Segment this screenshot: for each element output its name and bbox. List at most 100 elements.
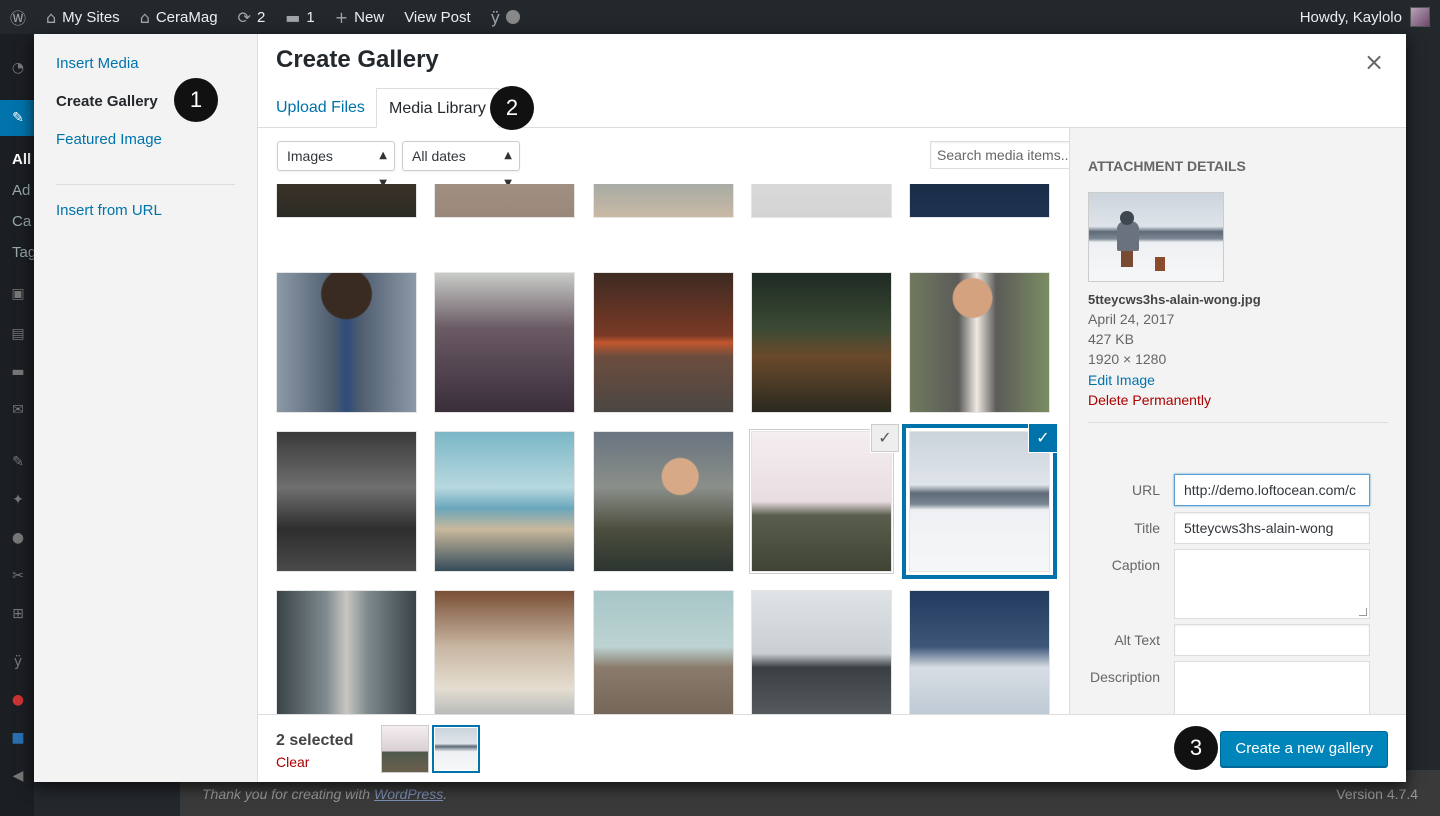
admin-menu-fragment-add: Ad xyxy=(12,182,31,199)
site-name-label: CeraMag xyxy=(155,8,218,26)
plus-icon: + xyxy=(334,7,349,27)
attachment-thumbnail[interactable] xyxy=(751,184,892,218)
updates-menu[interactable]: ⟳ 2 xyxy=(228,0,276,34)
my-sites-menu[interactable]: ⌂ My Sites xyxy=(36,0,130,34)
attachment-date: April 24, 2017 xyxy=(1088,311,1175,327)
view-post-label: View Post xyxy=(404,8,471,26)
updates-icon: ⟳ xyxy=(237,7,251,27)
attachment-thumbnail[interactable] xyxy=(434,184,575,218)
url-field[interactable]: http://demo.loftocean.com/c xyxy=(1174,474,1370,506)
edit-image-link[interactable]: Edit Image xyxy=(1088,372,1388,388)
comments-icon: ▬ xyxy=(285,7,301,27)
menu-featured-image[interactable]: Featured Image xyxy=(34,130,257,168)
attachment-thumbnail[interactable] xyxy=(909,590,1050,714)
yoast-icon: ÿ xyxy=(490,7,501,27)
admin-bar: Ⓦ ⌂ My Sites ⌂ CeraMag ⟳ 2 ▬ 1 + New View Pos… xyxy=(0,0,1440,34)
attachment-details-sidebar: Attachment Details 5tteycws3hs-alain-won… xyxy=(1069,128,1406,731)
attachment-thumbnail xyxy=(1088,192,1224,282)
step-badge-2: 2 xyxy=(490,86,534,130)
alt-text-label: Alt Text xyxy=(1114,632,1160,648)
mail-icon: ✉ xyxy=(12,402,24,418)
account-menu[interactable]: Howdy, Kaylolo xyxy=(1300,7,1440,27)
step-badge-3: 3 xyxy=(1174,726,1218,770)
admin-side-menu: ◔ ✎ All Ad Ca Tag ▣ ▤ ▬ ✉ ✎ ✦ ● ✂ ⊞ ÿ ● … xyxy=(0,34,37,816)
pin-icon: ✎ xyxy=(12,110,24,126)
wordpress-link[interactable]: WordPress xyxy=(374,786,443,802)
attachment-dimensions: 1920 × 1280 xyxy=(1088,351,1167,367)
tab-media-library[interactable]: Media Library xyxy=(376,88,499,128)
menu-insert-from-url[interactable]: Insert from URL xyxy=(34,201,257,239)
attachment-thumbnail[interactable] xyxy=(593,431,734,572)
attachments-grid: ✓ ✓ xyxy=(258,184,1069,714)
create-gallery-button[interactable]: Create a new gallery xyxy=(1220,731,1388,767)
description-label: Description xyxy=(1089,669,1160,685)
check-icon[interactable]: ✓ xyxy=(871,424,899,452)
menu-insert-media[interactable]: Insert Media xyxy=(34,54,257,92)
footer-thanks: Thank you for creating with WordPress. xyxy=(202,786,447,802)
router-tabs: Upload Files Media Library xyxy=(258,86,1406,128)
admin-menu-fragment-tags: Tag xyxy=(12,244,37,261)
selection-count: 2 selected xyxy=(276,732,354,749)
close-icon[interactable]: × xyxy=(1360,48,1388,76)
wordpress-menu[interactable]: Ⓦ xyxy=(0,0,36,34)
pages-icon: ▤ xyxy=(11,326,25,342)
yoast-menu[interactable]: ÿ xyxy=(481,0,530,34)
tab-upload-files[interactable]: Upload Files xyxy=(264,88,377,128)
attachment-thumbnail[interactable] xyxy=(276,184,417,218)
admin-menu-fragment-categories: Ca xyxy=(12,213,32,230)
media-frame-toolbar: 2 selected Clear Create a new gallery xyxy=(258,714,1406,782)
delete-permanently-link[interactable]: Delete Permanently xyxy=(1088,392,1388,408)
search-input[interactable]: Search media items... xyxy=(930,141,1086,169)
tools-icon: ✂ xyxy=(12,568,24,584)
caption-field[interactable] xyxy=(1174,549,1370,619)
home-icon: ⌂ xyxy=(139,7,150,27)
my-sites-icon: ⌂ xyxy=(46,7,57,27)
selection-thumb[interactable] xyxy=(432,725,480,773)
media-toolbar: Images▲▼ All dates▲▼ Search media items.… xyxy=(258,129,1086,189)
selection-thumb[interactable] xyxy=(381,725,429,773)
step-badge-1: 1 xyxy=(174,78,218,122)
attachment-thumbnail[interactable] xyxy=(434,431,575,572)
clear-selection-link[interactable]: Clear xyxy=(276,754,309,770)
attachment-thumbnail[interactable] xyxy=(434,272,575,413)
menu-separator xyxy=(56,184,235,185)
media-frame-menu: Insert Media Create Gallery Featured Ima… xyxy=(34,34,258,782)
type-filter-select[interactable]: Images▲▼ xyxy=(277,141,395,189)
site-name-menu[interactable]: ⌂ CeraMag xyxy=(130,0,228,34)
menu-create-gallery[interactable]: Create Gallery xyxy=(34,92,257,130)
footer-thanks-prefix: Thank you for creating with xyxy=(202,786,374,802)
collapse-icon: ◀ xyxy=(12,768,24,784)
alt-text-field[interactable] xyxy=(1174,624,1370,656)
attachment-thumbnail[interactable] xyxy=(434,590,575,714)
settings-icon: ⊞ xyxy=(12,606,24,622)
footer-thanks-suffix: . xyxy=(443,786,448,802)
attachment-thumbnail[interactable] xyxy=(593,184,734,218)
my-sites-label: My Sites xyxy=(62,8,120,26)
new-content-menu[interactable]: + New xyxy=(325,0,394,34)
check-icon[interactable]: ✓ xyxy=(1029,424,1057,452)
attachment-thumbnail[interactable] xyxy=(751,590,892,714)
attachment-thumbnail[interactable]: ✓ xyxy=(751,424,899,572)
date-filter-select[interactable]: All dates▲▼ xyxy=(402,141,520,189)
seo-status-dot xyxy=(506,10,521,24)
comments-menu[interactable]: ▬ 1 xyxy=(275,0,324,34)
plugins-icon: ✦ xyxy=(12,492,24,508)
attachment-thumbnail[interactable] xyxy=(276,431,417,572)
media-modal: Insert Media Create Gallery Featured Ima… xyxy=(34,34,1406,782)
title-field[interactable]: 5tteycws3hs-alain-wong xyxy=(1174,512,1370,544)
url-label: URL xyxy=(1131,482,1160,498)
details-separator xyxy=(1088,422,1388,423)
attachment-thumbnail[interactable] xyxy=(276,590,417,714)
attachment-thumbnail[interactable] xyxy=(593,272,734,413)
attachment-thumbnail[interactable] xyxy=(593,590,734,714)
view-post-link[interactable]: View Post xyxy=(394,0,480,34)
attachment-thumbnail[interactable] xyxy=(276,272,417,413)
attachment-thumbnail[interactable] xyxy=(751,272,892,413)
plugin-red-icon: ● xyxy=(11,692,25,708)
attachment-thumbnail[interactable] xyxy=(909,272,1050,413)
attachment-details-heading: Attachment Details xyxy=(1088,158,1246,174)
users-icon: ● xyxy=(11,530,25,546)
attachment-thumbnail[interactable] xyxy=(909,184,1050,218)
attachment-thumbnail[interactable]: ✓ xyxy=(909,424,1057,572)
comments-count: 1 xyxy=(306,8,315,26)
